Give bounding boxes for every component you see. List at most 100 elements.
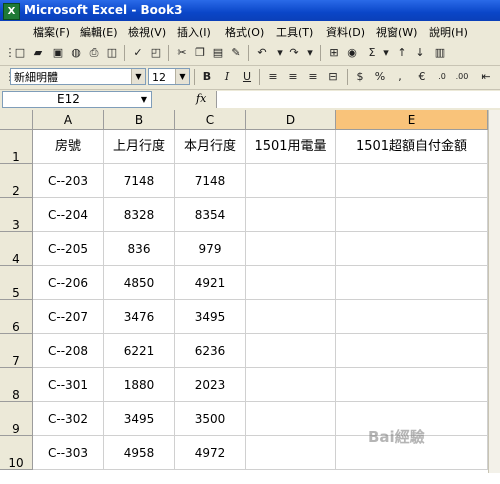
underline-icon[interactable]: U <box>239 69 255 85</box>
redo-dropdown-icon[interactable]: ▾ <box>302 45 318 61</box>
table-cell[interactable] <box>336 266 488 300</box>
align-right-icon[interactable]: ≡ <box>305 69 321 85</box>
column-header-e[interactable]: E <box>336 110 488 130</box>
table-cell[interactable]: C--302 <box>33 402 104 436</box>
hyperlink-icon[interactable]: ⊞ <box>326 45 342 61</box>
table-cell[interactable] <box>246 334 336 368</box>
table-cell[interactable] <box>336 334 488 368</box>
row-header-9[interactable]: 9 <box>0 402 33 436</box>
undo-icon[interactable]: ↶ <box>254 45 270 61</box>
research-icon[interactable]: ◰ <box>148 45 164 61</box>
name-box[interactable]: E12 ▼ <box>2 91 152 108</box>
align-left-icon[interactable]: ≡ <box>265 69 281 85</box>
table-cell[interactable] <box>246 436 336 470</box>
paste-icon[interactable]: ▤ <box>210 45 226 61</box>
vertical-scrollbar[interactable] <box>488 110 500 473</box>
table-cell[interactable]: C--301 <box>33 368 104 402</box>
menu-insert[interactable]: 插入(I) <box>177 24 211 40</box>
chevron-down-icon[interactable]: ▼ <box>131 69 145 84</box>
table-cell[interactable] <box>336 164 488 198</box>
spelling-icon[interactable]: ✓ <box>130 45 146 61</box>
table-cell[interactable] <box>246 368 336 402</box>
table-cell[interactable] <box>336 368 488 402</box>
chevron-down-icon[interactable]: ▼ <box>137 92 151 107</box>
currency-icon[interactable]: $ <box>352 69 368 85</box>
table-cell[interactable]: C--207 <box>33 300 104 334</box>
open-folder-icon[interactable]: ▰ <box>30 45 46 61</box>
table-cell[interactable]: C--205 <box>33 232 104 266</box>
chevron-down-icon[interactable]: ▼ <box>175 69 189 84</box>
table-cell[interactable] <box>336 198 488 232</box>
table-cell[interactable]: 4958 <box>104 436 175 470</box>
table-cell[interactable]: 6236 <box>175 334 246 368</box>
merge-center-icon[interactable]: ⊟ <box>325 69 341 85</box>
format-painter-icon[interactable]: ✎ <box>228 45 244 61</box>
menu-help[interactable]: 說明(H) <box>429 24 468 40</box>
table-cell[interactable]: 7148 <box>104 164 175 198</box>
increase-decimal-icon[interactable]: .0 <box>434 69 450 85</box>
row-header-10[interactable]: 10 <box>0 436 33 470</box>
menu-file[interactable]: 檔案(F) <box>33 24 70 40</box>
table-cell[interactable]: 836 <box>104 232 175 266</box>
cut-icon[interactable]: ✂ <box>174 45 190 61</box>
table-cell[interactable]: 4972 <box>175 436 246 470</box>
row-header-4[interactable]: 4 <box>0 232 33 266</box>
menu-format[interactable]: 格式(O) <box>225 24 264 40</box>
column-header-d[interactable]: D <box>246 110 336 130</box>
decrease-decimal-icon[interactable]: .00 <box>454 69 470 85</box>
comma-style-icon[interactable]: , <box>392 69 408 85</box>
autosum-dropdown-icon[interactable]: ▾ <box>378 45 394 61</box>
column-header-a[interactable]: A <box>33 110 104 130</box>
table-cell[interactable]: 8354 <box>175 198 246 232</box>
menu-data[interactable]: 資料(D) <box>326 24 365 40</box>
row-header-2[interactable]: 2 <box>0 164 33 198</box>
column-header-b[interactable]: B <box>104 110 175 130</box>
row-header-1[interactable]: 1 <box>0 130 33 164</box>
table-cell[interactable] <box>246 232 336 266</box>
copy-icon[interactable]: ❐ <box>192 45 208 61</box>
table-cell[interactable]: 7148 <box>175 164 246 198</box>
print-icon[interactable]: ⎙ <box>86 45 102 61</box>
table-cell[interactable]: 2023 <box>175 368 246 402</box>
row-header-8[interactable]: 8 <box>0 368 33 402</box>
print-preview-icon[interactable]: ◫ <box>104 45 120 61</box>
globe-icon[interactable]: ◉ <box>344 45 360 61</box>
row-header-6[interactable]: 6 <box>0 300 33 334</box>
table-cell[interactable]: 3495 <box>104 402 175 436</box>
redo-icon[interactable]: ↷ <box>286 45 302 61</box>
header-cell-c[interactable]: 本月行度 <box>175 130 246 164</box>
table-cell[interactable]: C--203 <box>33 164 104 198</box>
table-cell[interactable]: 8328 <box>104 198 175 232</box>
row-header-7[interactable]: 7 <box>0 334 33 368</box>
sort-descending-icon[interactable]: ↓ <box>412 45 428 61</box>
menu-view[interactable]: 檢視(V) <box>128 24 166 40</box>
table-cell[interactable]: C--204 <box>33 198 104 232</box>
menu-tools[interactable]: 工具(T) <box>276 24 313 40</box>
formula-input[interactable] <box>216 91 500 108</box>
select-all-corner[interactable] <box>0 110 33 130</box>
font-size-select[interactable]: 12 ▼ <box>148 68 190 85</box>
save-icon[interactable]: ▣ <box>50 45 66 61</box>
table-cell[interactable]: 6221 <box>104 334 175 368</box>
menu-edit[interactable]: 編輯(E) <box>80 24 118 40</box>
chart-wizard-icon[interactable]: ▥ <box>432 45 448 61</box>
bold-icon[interactable]: B <box>199 69 215 85</box>
insert-function-icon[interactable]: fx <box>196 92 206 105</box>
table-cell[interactable] <box>246 300 336 334</box>
header-cell-a[interactable]: 房號 <box>33 130 104 164</box>
table-cell[interactable]: 4850 <box>104 266 175 300</box>
table-cell[interactable]: C--303 <box>33 436 104 470</box>
menu-window[interactable]: 視窗(W) <box>376 24 417 40</box>
permission-icon[interactable]: ◍ <box>68 45 84 61</box>
table-cell[interactable]: 3500 <box>175 402 246 436</box>
font-name-select[interactable]: 新細明體 ▼ <box>10 68 146 85</box>
table-cell[interactable]: 1880 <box>104 368 175 402</box>
table-cell[interactable]: 4921 <box>175 266 246 300</box>
table-cell[interactable] <box>246 402 336 436</box>
align-center-icon[interactable]: ≡ <box>285 69 301 85</box>
sort-ascending-icon[interactable]: ↑ <box>394 45 410 61</box>
table-cell[interactable]: C--208 <box>33 334 104 368</box>
column-header-c[interactable]: C <box>175 110 246 130</box>
row-header-3[interactable]: 3 <box>0 198 33 232</box>
euro-icon[interactable]: € <box>414 69 430 85</box>
